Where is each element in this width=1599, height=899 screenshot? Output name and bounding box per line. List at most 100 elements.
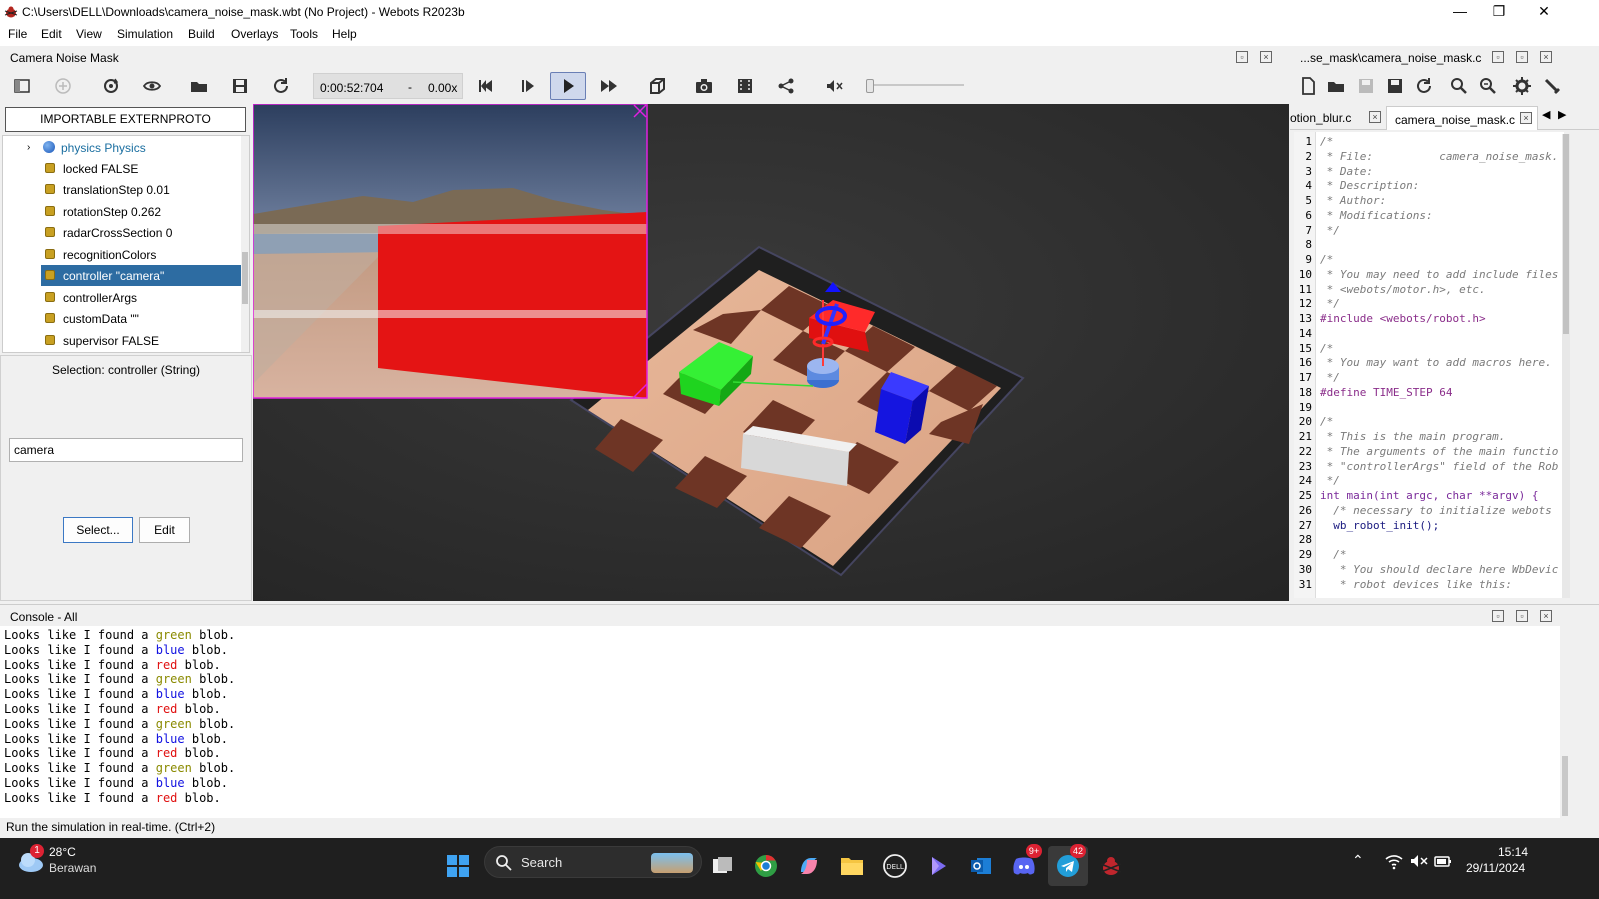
- tab-scroll-left-icon[interactable]: ◀: [1542, 108, 1550, 121]
- tree-item[interactable]: locked FALSE: [41, 158, 244, 179]
- importable-externproto-button[interactable]: IMPORTABLE EXTERNPROTO: [5, 107, 246, 132]
- close-button[interactable]: ✕: [1521, 0, 1567, 24]
- camera-overlay[interactable]: [253, 104, 648, 399]
- discord-icon[interactable]: 9+: [1004, 844, 1044, 886]
- tree-item[interactable]: radarCrossSection 0: [41, 222, 244, 243]
- screenshot-camera-icon[interactable]: [692, 74, 716, 98]
- telegram-icon[interactable]: 42: [1048, 844, 1088, 886]
- selection-label: Selection: controller (String): [51, 363, 201, 377]
- tree-item[interactable]: customData "": [41, 308, 244, 329]
- menu-overlays[interactable]: Overlays: [231, 27, 278, 41]
- fast-forward-icon[interactable]: [597, 74, 621, 98]
- media-app-icon[interactable]: [918, 846, 958, 886]
- close-tab-icon[interactable]: ×: [1520, 112, 1532, 124]
- menu-edit[interactable]: Edit: [41, 27, 62, 41]
- menu-help[interactable]: Help: [332, 27, 357, 41]
- tab-camera-noise-mask[interactable]: camera_noise_mask.c ×: [1386, 106, 1538, 130]
- webots-taskbar-icon[interactable]: [1091, 846, 1131, 886]
- menu-simulation[interactable]: Simulation: [117, 27, 173, 41]
- eye-icon[interactable]: [140, 74, 164, 98]
- reload-world-icon[interactable]: [99, 74, 123, 98]
- find-replace-icon[interactable]: [1476, 74, 1500, 98]
- tree-item[interactable]: controllerArgs: [41, 287, 244, 308]
- outlook-icon[interactable]: [961, 846, 1001, 886]
- tree-scroll-thumb[interactable]: [242, 252, 248, 304]
- console-output[interactable]: Looks like I found a green blob. Looks li…: [0, 626, 1560, 818]
- find-icon[interactable]: [1447, 74, 1471, 98]
- console-scrollbar[interactable]: [1560, 626, 1570, 818]
- weather-cloud-icon[interactable]: 1: [16, 844, 46, 876]
- tree-item[interactable]: supervisor FALSE: [41, 330, 244, 351]
- volume-muted-icon[interactable]: [1409, 851, 1429, 871]
- simulation-time: 0:00:52:704: [320, 81, 384, 95]
- clock-time[interactable]: 15:14: [1498, 845, 1528, 859]
- tree-scrollbar[interactable]: [241, 136, 249, 352]
- file-explorer-icon[interactable]: [832, 846, 872, 886]
- float-panel-icon[interactable]: ▫: [1516, 51, 1528, 63]
- editor-scroll-thumb[interactable]: [1563, 134, 1569, 334]
- add-node-icon[interactable]: [51, 74, 75, 98]
- slider-knob[interactable]: [866, 79, 874, 93]
- record-movie-icon[interactable]: [733, 74, 757, 98]
- tab-scroll-right-icon[interactable]: ▶: [1558, 108, 1566, 121]
- chrome-icon[interactable]: [746, 846, 786, 886]
- dell-icon[interactable]: DELL: [875, 846, 915, 886]
- tree-item[interactable]: translationStep 0.01: [41, 179, 244, 200]
- select-button[interactable]: Select...: [63, 517, 133, 543]
- tree-item[interactable]: rotationStep 0.262: [41, 201, 244, 222]
- minimize-panel-icon[interactable]: ▫: [1492, 51, 1504, 63]
- menu-tools[interactable]: Tools: [290, 27, 318, 41]
- edit-button[interactable]: Edit: [139, 517, 190, 543]
- 3d-view[interactable]: [253, 104, 1289, 601]
- tree-item-selected[interactable]: controller "camera": [41, 265, 244, 286]
- physics-node-label[interactable]: physics Physics: [61, 141, 146, 155]
- minimize-panel-icon[interactable]: ▫: [1492, 610, 1504, 622]
- line-number: 26: [1298, 503, 1312, 517]
- build-gear-icon[interactable]: [1510, 74, 1534, 98]
- battery-icon[interactable]: [1433, 851, 1453, 871]
- menu-file[interactable]: File: [8, 27, 27, 41]
- close-panel-icon[interactable]: ×: [1540, 51, 1552, 63]
- float-panel-icon[interactable]: ▫: [1236, 51, 1248, 63]
- console-line: Looks like I found a green blob.: [4, 761, 235, 775]
- run-realtime-icon[interactable]: [550, 72, 586, 100]
- open-file-icon[interactable]: [1324, 74, 1348, 98]
- close-panel-icon[interactable]: ×: [1540, 610, 1552, 622]
- console-scroll-thumb[interactable]: [1562, 756, 1568, 816]
- share-icon[interactable]: [774, 74, 798, 98]
- reset-simulation-icon[interactable]: [269, 74, 293, 98]
- controller-value-input[interactable]: [9, 438, 243, 462]
- clean-broom-icon[interactable]: [1540, 74, 1564, 98]
- save-disabled-icon[interactable]: [1354, 74, 1378, 98]
- wifi-icon[interactable]: [1384, 851, 1404, 871]
- code-editor[interactable]: 1 2 3 4 5 6 7 8 9 10 11 12 13 14 15 16 17 18 19 20 21 22 23 24 2…: [1294, 132, 1564, 598]
- copilot-icon[interactable]: [789, 846, 829, 886]
- clock-date[interactable]: 29/11/2024: [1466, 861, 1525, 875]
- volume-slider[interactable]: [866, 79, 964, 93]
- windows-start-icon[interactable]: [438, 846, 478, 886]
- menu-view[interactable]: View: [76, 27, 102, 41]
- expand-chevron-icon[interactable]: ›: [27, 142, 30, 153]
- close-tab-icon[interactable]: ×: [1369, 111, 1381, 123]
- show-hidden-icons-chevron[interactable]: ⌃: [1352, 852, 1364, 869]
- mute-sound-icon[interactable]: [822, 74, 846, 98]
- save-icon[interactable]: [228, 74, 252, 98]
- editor-scrollbar[interactable]: [1562, 134, 1570, 598]
- code-line: int main(int argc, char **argv) {: [1320, 489, 1539, 502]
- render-toggle-icon[interactable]: [645, 74, 669, 98]
- save-all-icon[interactable]: [1383, 74, 1407, 98]
- menu-build[interactable]: Build: [188, 27, 215, 41]
- step-icon[interactable]: [515, 74, 539, 98]
- tree-item[interactable]: recognitionColors: [41, 244, 244, 265]
- toggle-scene-tree-icon[interactable]: [10, 74, 34, 98]
- float-panel-icon[interactable]: ▫: [1516, 610, 1528, 622]
- open-folder-icon[interactable]: [187, 74, 211, 98]
- new-file-icon[interactable]: [1296, 74, 1320, 98]
- task-view-icon[interactable]: [703, 846, 743, 886]
- tab-motion-blur[interactable]: otion_blur.c ×: [1290, 106, 1386, 130]
- taskbar-search[interactable]: Search: [484, 846, 702, 878]
- revert-icon[interactable]: [1412, 74, 1436, 98]
- close-panel-icon[interactable]: ×: [1260, 51, 1272, 63]
- maximize-button[interactable]: ❐: [1476, 0, 1522, 24]
- step-back-icon[interactable]: [474, 74, 498, 98]
